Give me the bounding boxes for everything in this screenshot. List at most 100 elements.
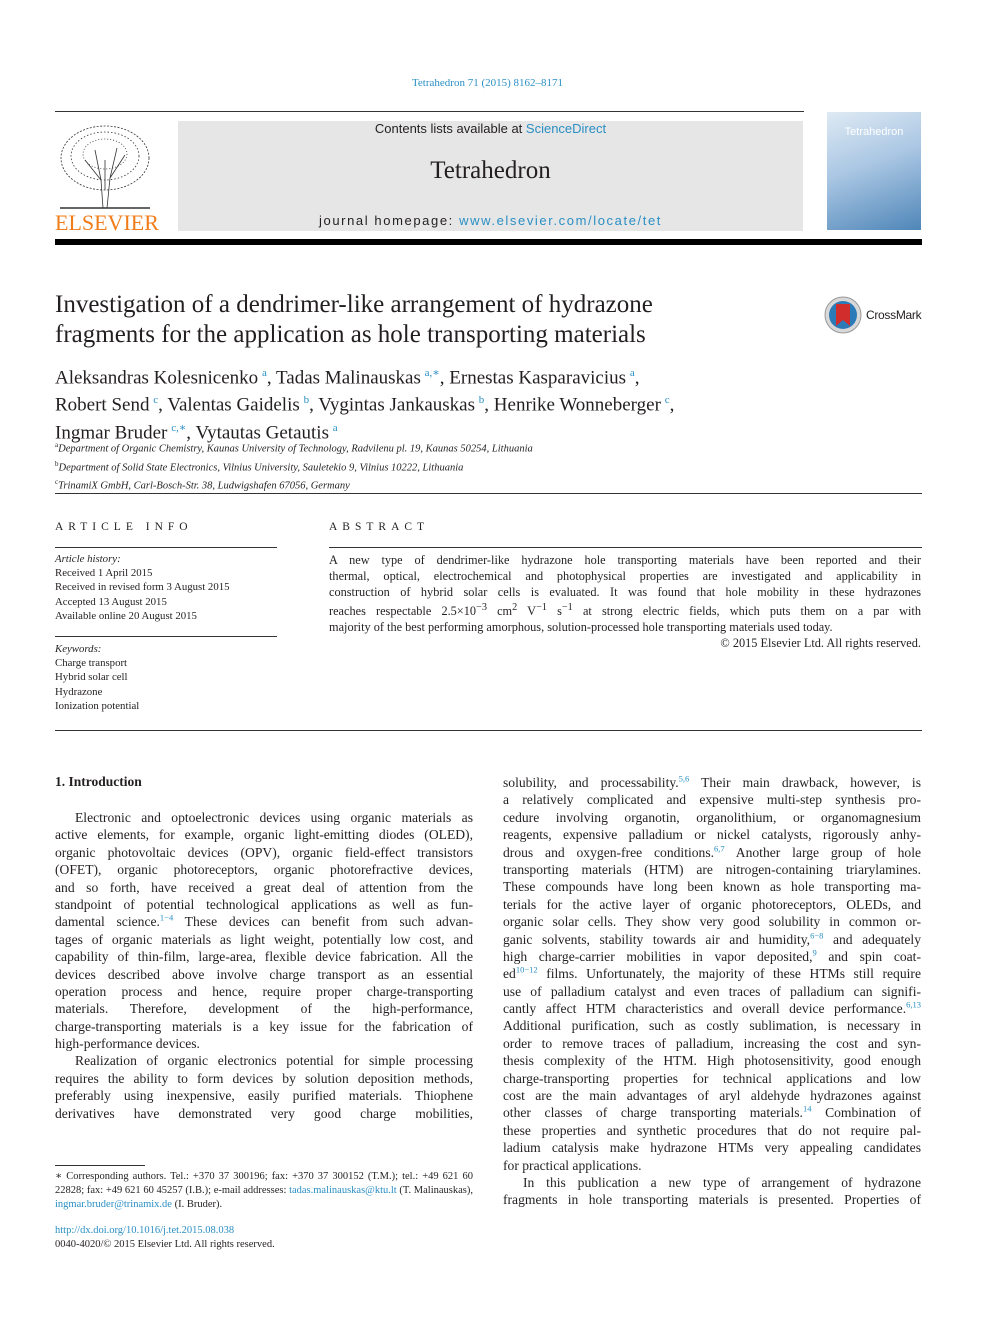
author-name: Tadas Malinauskas xyxy=(276,367,425,389)
citation-ref[interactable]: −3 xyxy=(476,602,487,613)
body-column-left: Electronic and optoelectronic devices us… xyxy=(55,809,473,1122)
text-run: materials. Therefore, development of the… xyxy=(55,1001,473,1017)
citation-ref[interactable]: 10−12 xyxy=(516,965,538,975)
separator: , xyxy=(484,394,494,416)
separator: , xyxy=(158,394,168,416)
text-run: devices described above involve charge t… xyxy=(55,966,473,982)
corresponding-author-footnote: ∗ Corresponding authors. Tel.: +370 37 3… xyxy=(55,1170,473,1212)
text-line: reagents, expensive palladium or nickel … xyxy=(503,826,921,843)
text-run: at strong electric fields, which puts th… xyxy=(572,604,921,619)
keyword: Charge transport xyxy=(55,657,128,670)
email-link-bruder[interactable]: ingmar.bruder@trinamix.de xyxy=(55,1199,172,1210)
citation-ref[interactable]: 5,6 xyxy=(679,773,690,783)
citation-ref[interactable]: 6,7 xyxy=(714,843,725,853)
text-run: cm xyxy=(486,604,513,619)
text-line: fragments in hole transporting materials… xyxy=(503,1191,921,1208)
text-run: s xyxy=(546,604,562,619)
keyword: Ionization potential xyxy=(55,699,140,712)
section-heading-introduction: 1. Introduction xyxy=(55,774,142,789)
text-run: solubility, and processability. xyxy=(503,775,679,790)
text-line: Electronic and optoelectronic devices us… xyxy=(55,809,473,826)
citation-ref[interactable]: −1 xyxy=(536,602,547,613)
text-line: high charge-carrier mobilities in vapor … xyxy=(503,948,921,965)
author-line: Aleksandras Kolesnicenko a, Tadas Malina… xyxy=(55,362,855,389)
text-run: Realization of organic electronics poten… xyxy=(75,1053,473,1069)
article-page: Tetrahedron 71 (2015) 8162–8171 ELSEVIER… xyxy=(0,0,992,1323)
text-line: high-performance devices. xyxy=(55,1035,473,1052)
divider xyxy=(55,730,922,731)
crossmark-icon xyxy=(824,296,862,334)
text-run: terials for the active layer of organic … xyxy=(503,896,921,912)
text-run: Their main drawback, however, is xyxy=(689,775,921,790)
abstract-body: A new type of dendrimer-like hydrazone h… xyxy=(329,552,921,635)
text-line: ed10−12 films. Unfortunately, the majori… xyxy=(503,965,921,982)
text-run: these properties and synthetic procedure… xyxy=(503,1122,921,1138)
text-line: ganic solvents, stability towards air an… xyxy=(503,931,921,948)
homepage-label: journal homepage: xyxy=(319,213,460,228)
text-line: Additional purification, such as costly … xyxy=(503,1017,921,1034)
crossmark-button[interactable]: CrossMark xyxy=(824,296,922,334)
body-column-right: solubility, and processability.5,6 Their… xyxy=(503,774,921,1209)
author-affiliation-marker[interactable]: c,∗ xyxy=(171,422,186,434)
text-line: these properties and synthetic procedure… xyxy=(503,1122,921,1139)
citation-ref[interactable]: 6−8 xyxy=(810,930,823,940)
text-line: organic photovoltaic devices (OPV), orga… xyxy=(55,844,473,861)
author-affiliation-marker[interactable]: a xyxy=(333,422,338,434)
text-line: damental science.1−4 These devices can b… xyxy=(55,913,473,930)
text-run: operation process and hence, require pro… xyxy=(55,983,473,999)
doi-block: http://dx.doi.org/10.1016/j.tet.2015.08.… xyxy=(55,1224,275,1252)
abstract-line: majority of the best performing amorphou… xyxy=(329,619,921,635)
text-run: construction of hybrid solar cells is ev… xyxy=(329,585,921,599)
text-run: other classes of charge transporting mat… xyxy=(503,1105,803,1121)
article-info-heading: ARTICLE INFO xyxy=(55,521,193,533)
journal-cover-image: Tetrahedron xyxy=(827,112,921,230)
keywords: Keywords: Charge transport Hybrid solar … xyxy=(55,642,139,713)
text-line: devices described above involve charge t… xyxy=(55,966,473,983)
journal-title: Tetrahedron xyxy=(430,157,551,184)
header-divider xyxy=(55,239,922,245)
text-run: V xyxy=(517,604,537,619)
text-run: films. Unfortunately, the majority of th… xyxy=(537,966,921,982)
text-line: terials for the active layer of organic … xyxy=(503,896,921,913)
citation-ref[interactable]: 1−4 xyxy=(160,913,173,923)
history-item: Accepted 13 August 2015 xyxy=(55,595,167,608)
affiliation: bDepartment of Solid State Electronics, … xyxy=(55,457,533,476)
text-run: ladium catalysis make hydrazone HTMs ver… xyxy=(503,1140,921,1156)
separator: , xyxy=(309,394,319,416)
text-run: for practical applications. xyxy=(503,1157,642,1173)
affiliations: aDepartment of Organic Chemistry, Kaunas… xyxy=(55,438,533,494)
citation-ref[interactable]: −1 xyxy=(562,602,573,613)
history-label: Article history: xyxy=(55,553,121,565)
doi-link[interactable]: http://dx.doi.org/10.1016/j.tet.2015.08.… xyxy=(55,1224,275,1238)
email-link-malinauskas[interactable]: tadas.malinauskas@ktu.lt xyxy=(289,1185,397,1196)
author-affiliation-marker[interactable]: a,∗ xyxy=(425,367,440,379)
abstract-line: thermal, optical, electrochemical and ph… xyxy=(329,568,921,584)
divider xyxy=(55,547,277,548)
sciencedirect-link[interactable]: ScienceDirect xyxy=(526,121,606,136)
abstract-line: reaches respectable 2.5×10−3 cm2 V−1 s−1… xyxy=(329,600,921,619)
text-line: Realization of organic electronics poten… xyxy=(55,1052,473,1069)
text-line: cedure involving organotin, organolithiu… xyxy=(503,809,921,826)
text-run: and spin coat- xyxy=(816,948,921,964)
affiliation: cTrinamiX GmbH, Carl-Bosch-Str. 38, Ludw… xyxy=(55,475,533,494)
text-run: organic photovoltaic devices (OPV), orga… xyxy=(55,844,473,860)
text-run: standpoint of potential technological ap… xyxy=(55,896,473,912)
text-run: reaches respectable 2.5×10 xyxy=(329,604,477,619)
text-line: use of palladium catalyst and even trace… xyxy=(503,983,921,1000)
history-item: Available online 20 August 2015 xyxy=(55,609,197,622)
text-line: for practical applications. xyxy=(503,1157,921,1174)
homepage-link[interactable]: www.elsevier.com/locate/tet xyxy=(459,213,662,228)
text-line: transporting materials (HTM) are nitroge… xyxy=(503,861,921,878)
citation-ref[interactable]: 6,13 xyxy=(906,1000,921,1010)
text-run: reagents, expensive palladium or nickel … xyxy=(503,827,921,843)
title-line: Investigation of a dendrimer-like arrang… xyxy=(55,291,653,318)
abstract-heading: ABSTRACT xyxy=(329,521,430,533)
text-run: These devices can benefit from such adva… xyxy=(173,914,473,930)
text-line: These compounds have long been known as … xyxy=(503,878,921,895)
text-line: organic solar cells. They show very good… xyxy=(503,913,921,930)
divider xyxy=(55,636,277,637)
text-run: drous and oxygen-free conditions. xyxy=(503,844,715,860)
keyword: Hybrid solar cell xyxy=(55,671,128,684)
journal-citation-link[interactable]: Tetrahedron 71 (2015) 8162–8171 xyxy=(0,77,975,89)
separator: , xyxy=(634,367,640,389)
